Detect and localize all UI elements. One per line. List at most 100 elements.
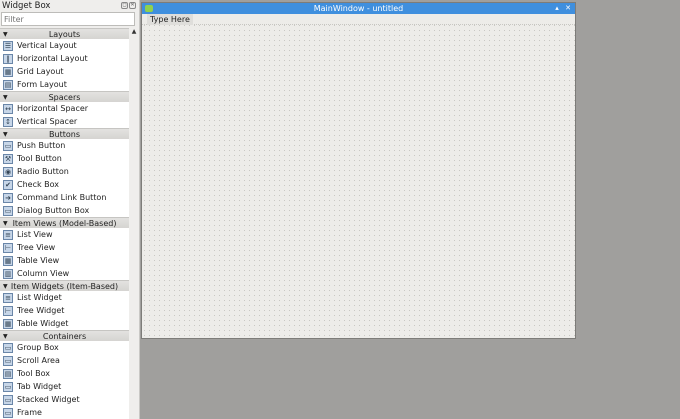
widget-item[interactable]: ⊢ Tree View xyxy=(0,241,129,254)
widget-item-label: Tool Button xyxy=(17,154,62,163)
widget-box-panel: Widget Box ◻✕ ▼ Layouts ☰ Vertical Layout ‖ H… xyxy=(0,0,140,419)
collapse-arrow-icon: ▼ xyxy=(3,31,8,38)
widget-item-label: Form Layout xyxy=(17,80,67,89)
widget-item[interactable]: ▦ Table Widget xyxy=(0,317,129,330)
widget-item[interactable]: ▭ Tab Widget xyxy=(0,380,129,393)
widget-icon: ⚒ xyxy=(3,153,13,164)
widget-icon: ▦ xyxy=(3,66,13,77)
widget-item[interactable]: ✔ Check Box xyxy=(0,178,129,191)
widget-icon: ▭ xyxy=(3,381,13,392)
widget-item[interactable]: ‖ Horizontal Layout xyxy=(0,52,129,65)
widget-icon: ≡ xyxy=(3,229,13,240)
widget-item-label: Column View xyxy=(17,269,70,278)
collapse-arrow-icon: ▼ xyxy=(3,333,8,340)
widget-item-label: Scroll Area xyxy=(17,356,60,365)
widget-icon: ⊢ xyxy=(3,305,13,316)
widget-icon: ✔ xyxy=(3,179,13,190)
widget-item-label: Table View xyxy=(17,256,60,265)
widget-box-title-text: Widget Box xyxy=(2,1,51,11)
collapse-arrow-icon: ▼ xyxy=(3,283,8,290)
widget-icon: ▦ xyxy=(3,318,13,329)
close-icon[interactable]: ✕ xyxy=(129,2,136,9)
widget-item[interactable]: ⊢ Tree Widget xyxy=(0,304,129,317)
app-icon xyxy=(145,5,153,12)
widget-item[interactable]: ▤ Tool Box xyxy=(0,367,129,380)
section-label: Layouts xyxy=(48,30,81,39)
widget-item-label: Vertical Layout xyxy=(17,41,77,50)
widget-item[interactable]: ◉ Radio Button xyxy=(0,165,129,178)
widget-list: ▼ Layouts ☰ Vertical Layout ‖ Horizontal Layo… xyxy=(0,28,129,419)
widget-icon: ↔ xyxy=(3,103,13,114)
widget-icon: ‖ xyxy=(3,53,13,64)
widget-item[interactable]: ▭ Frame xyxy=(0,406,129,419)
widget-icon: ▤ xyxy=(3,368,13,379)
main-window-form[interactable]: MainWindow - untitled ▴ ✕ Type Here xyxy=(141,2,576,339)
widget-item[interactable]: ⚒ Tool Button xyxy=(0,152,129,165)
widget-icon: ⊢ xyxy=(3,242,13,253)
widget-item[interactable]: ↕ Vertical Spacer xyxy=(0,115,129,128)
widget-item-label: Push Button xyxy=(17,141,66,150)
window-title: MainWindow - untitled xyxy=(313,4,404,13)
widget-item[interactable]: ▭ Scroll Area xyxy=(0,354,129,367)
widget-item-label: Tool Box xyxy=(17,369,50,378)
widget-icon: ☰ xyxy=(3,40,13,51)
widget-icon: ▭ xyxy=(3,205,13,216)
section-header[interactable]: ▼ Spacers xyxy=(0,91,129,102)
collapse-arrow-icon: ▼ xyxy=(3,131,8,138)
scroll-up-icon[interactable]: ▲ xyxy=(129,28,139,35)
widget-item[interactable]: ≡ List View xyxy=(0,228,129,241)
close-window-icon[interactable]: ✕ xyxy=(564,4,572,12)
widget-item[interactable]: ➜ Command Link Button xyxy=(0,191,129,204)
collapse-arrow-icon: ▼ xyxy=(3,94,8,101)
widget-item[interactable]: ▭ Stacked Widget xyxy=(0,393,129,406)
widget-item-label: Group Box xyxy=(17,343,59,352)
menu-bar: Type Here xyxy=(142,14,575,25)
widget-icon: ▭ xyxy=(3,355,13,366)
section-label: Item Widgets (Item-Based) xyxy=(10,282,119,291)
widget-icon: ▭ xyxy=(3,140,13,151)
section-header[interactable]: ▼ Layouts xyxy=(0,28,129,39)
widget-item[interactable]: ▥ Column View xyxy=(0,267,129,280)
widget-item-label: Command Link Button xyxy=(17,193,107,202)
filter-input[interactable] xyxy=(1,12,135,26)
widget-icon: ➜ xyxy=(3,192,13,203)
widget-item-label: Tab Widget xyxy=(17,382,62,391)
widget-item[interactable]: ▭ Dialog Button Box xyxy=(0,204,129,217)
widget-item[interactable]: ▭ Group Box xyxy=(0,341,129,354)
widget-item[interactable]: ↔ Horizontal Spacer xyxy=(0,102,129,115)
widget-item-label: List Widget xyxy=(17,293,62,302)
widget-item-label: Horizontal Layout xyxy=(17,54,88,63)
widget-box-title: Widget Box ◻ ✕ xyxy=(0,0,139,12)
collapse-arrow-icon: ▼ xyxy=(3,220,8,227)
widget-item-label: Table Widget xyxy=(17,319,69,328)
widget-icon: ▭ xyxy=(3,342,13,353)
widget-item[interactable]: ▭ Push Button xyxy=(0,139,129,152)
widget-icon: ≡ xyxy=(3,292,13,303)
float-icon[interactable]: ◻ xyxy=(121,2,128,9)
widget-item-label: Grid Layout xyxy=(17,67,64,76)
widget-item-label: Tree View xyxy=(17,243,56,252)
scrollbar[interactable]: ▲ xyxy=(129,28,139,419)
widget-icon: ▭ xyxy=(3,394,13,405)
widget-icon: ◉ xyxy=(3,166,13,177)
widget-item[interactable]: ▦ Table View xyxy=(0,254,129,267)
section-header[interactable]: ▼ Item Widgets (Item-Based) xyxy=(0,280,129,291)
section-label: Containers xyxy=(42,332,87,341)
widget-item[interactable]: ≡ List Widget xyxy=(0,291,129,304)
maximize-icon[interactable]: ▴ xyxy=(553,4,561,12)
widget-item-label: Check Box xyxy=(17,180,60,189)
widget-item-label: Horizontal Spacer xyxy=(17,104,89,113)
section-label: Item Views (Model-Based) xyxy=(12,219,117,228)
widget-item[interactable]: ▦ Grid Layout xyxy=(0,65,129,78)
widget-item[interactable]: ☰ Vertical Layout xyxy=(0,39,129,52)
widget-item-label: Vertical Spacer xyxy=(17,117,78,126)
widget-icon: ▦ xyxy=(3,255,13,266)
section-header[interactable]: ▼ Containers xyxy=(0,330,129,341)
widget-item-label: Frame xyxy=(17,408,42,417)
widget-item-label: List View xyxy=(17,230,53,239)
title-bar[interactable]: MainWindow - untitled ▴ ✕ xyxy=(142,3,575,14)
type-here-menu[interactable]: Type Here xyxy=(147,14,193,25)
widget-item[interactable]: ▤ Form Layout xyxy=(0,78,129,91)
section-header[interactable]: ▼ Item Views (Model-Based) xyxy=(0,217,129,228)
section-header[interactable]: ▼ Buttons xyxy=(0,128,129,139)
